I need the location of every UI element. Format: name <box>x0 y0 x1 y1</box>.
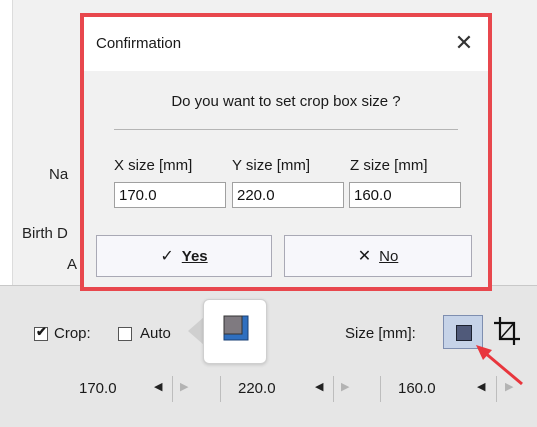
no-button[interactable]: ✕ No <box>284 235 472 277</box>
z-size-value: 160.0 <box>398 380 436 397</box>
y-increment-icon[interactable]: ▶ <box>341 380 349 393</box>
confirmation-dialog: Confirmation ✕ Do you want to set crop b… <box>80 13 492 291</box>
square-icon <box>456 325 472 341</box>
z-increment-icon[interactable]: ▶ <box>505 380 513 393</box>
divider <box>220 376 221 402</box>
crop-label: Crop: <box>54 325 91 342</box>
x-size-label: X size [mm] <box>114 157 193 174</box>
x-decrement-icon[interactable]: ◀ <box>154 380 162 393</box>
popup-pointer <box>188 317 204 345</box>
dialog-title: Confirmation <box>96 35 182 52</box>
divider <box>333 376 334 402</box>
dialog-title-bar: Confirmation ✕ <box>84 17 488 71</box>
dialog-question: Do you want to set crop box size ? <box>171 93 401 110</box>
yes-button-label: Yes <box>181 247 208 265</box>
no-button-label: No <box>379 247 399 265</box>
divider <box>380 376 381 402</box>
x-increment-icon[interactable]: ▶ <box>180 380 188 393</box>
yes-button[interactable]: ✓ Yes <box>96 235 272 277</box>
name-label: Na <box>49 166 69 183</box>
y-size-input[interactable] <box>232 182 344 208</box>
check-mark-icon: ✔ <box>36 324 47 339</box>
y-size-value: 220.0 <box>238 380 276 397</box>
birth-date-label: Birth D <box>22 225 68 242</box>
x-icon: ✕ <box>357 248 372 265</box>
dialog-body: Do you want to set crop box size ? X siz… <box>84 71 488 287</box>
x-size-value: 170.0 <box>79 380 117 397</box>
dialog-divider <box>114 129 458 130</box>
check-icon: ✓ <box>160 248 174 265</box>
y-size-label: Y size [mm] <box>232 157 311 174</box>
age-label: A <box>67 256 78 273</box>
z-size-input[interactable] <box>349 182 461 208</box>
auto-checkbox[interactable] <box>118 327 132 341</box>
y-decrement-icon[interactable]: ◀ <box>315 380 323 393</box>
auto-label: Auto <box>140 325 171 342</box>
z-size-label: Z size [mm] <box>350 157 428 174</box>
crop-preview-icon <box>223 315 249 341</box>
close-icon[interactable]: ✕ <box>450 29 478 57</box>
size-label: Size [mm]: <box>345 325 416 342</box>
divider <box>172 376 173 402</box>
crop-preview-popup <box>203 299 267 364</box>
z-decrement-icon[interactable]: ◀ <box>477 380 485 393</box>
x-size-input[interactable] <box>114 182 226 208</box>
crop-checkbox[interactable]: ✔ <box>34 324 48 341</box>
divider <box>496 376 497 402</box>
crop-control-panel <box>0 285 537 427</box>
